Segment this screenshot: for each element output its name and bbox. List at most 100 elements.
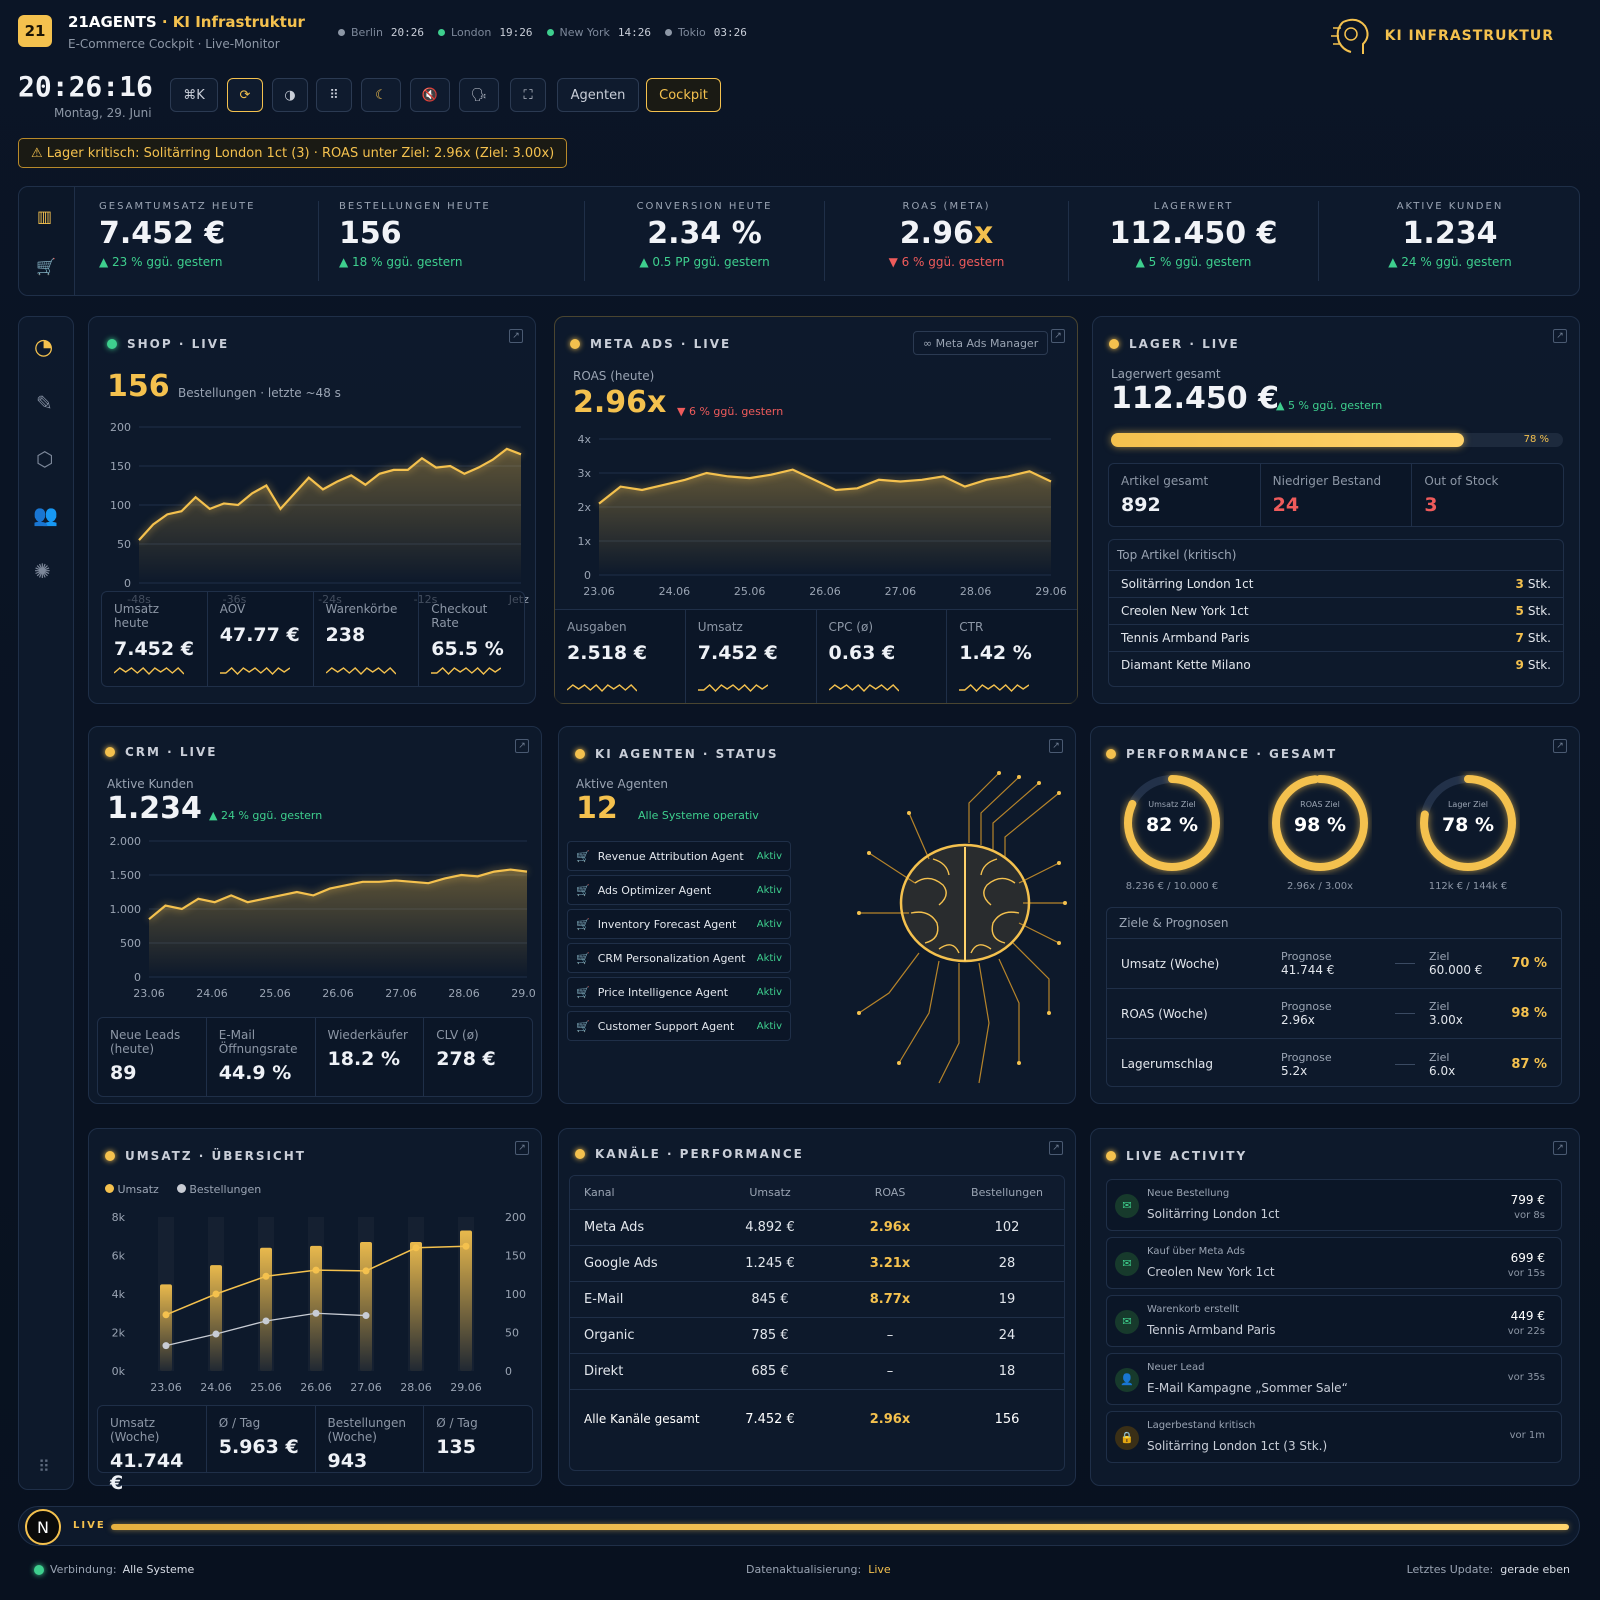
sparkline xyxy=(567,684,637,693)
kpi-card[interactable]: ROAS (META) 2.96x ▼ 6 % ggü. gestern xyxy=(825,201,1069,281)
clock-city: New York xyxy=(559,26,610,39)
agent-row[interactable]: 🛒 CRM Personalization Agent Aktiv xyxy=(567,943,791,973)
meta-ads-manager-button[interactable]: ∞ Meta Ads Manager xyxy=(913,331,1049,355)
table-cell-value: 685 € xyxy=(751,1364,789,1379)
top-article-row[interactable]: Solitärring London 1ct 3 Stk. xyxy=(1109,571,1563,598)
table-row[interactable]: E-Mail 845 € 8.77x 19 xyxy=(570,1282,1064,1318)
stat-cell: Ø / Tag 135 xyxy=(424,1406,532,1472)
pie-chart-icon[interactable]: ◔ xyxy=(34,335,53,360)
top-article-row[interactable]: Tennis Armband Paris 7 Stk. xyxy=(1109,625,1563,652)
mute-button[interactable]: 🔇 xyxy=(410,78,450,112)
goal-row[interactable]: ROAS (Woche) Prognose 2.96x Ziel 3.00x 98 % xyxy=(1107,989,1561,1039)
expand-icon[interactable]: ↗ xyxy=(509,329,523,343)
expand-icon[interactable]: ↗ xyxy=(1553,1141,1567,1155)
activity-item[interactable]: ✉ Warenkorb erstellt Tennis Armband Paris 4… xyxy=(1106,1295,1562,1347)
activity-title: Kauf über Meta Ads xyxy=(1147,1246,1245,1257)
expand-icon[interactable]: ↗ xyxy=(515,1141,529,1155)
activity-item[interactable]: 👤 Neuer Lead E-Mail Kampagne „Sommer Sale“… xyxy=(1106,1353,1562,1405)
users-icon[interactable]: 👥 xyxy=(33,503,58,527)
agent-row[interactable]: 🛒 Inventory Forecast Agent Aktiv xyxy=(567,909,791,939)
voice-button[interactable]: 🗣 xyxy=(459,78,499,112)
expand-icon[interactable]: ↗ xyxy=(1051,329,1065,343)
kpi-card[interactable]: CONVERSION HEUTE 2.34 % ▲ 0.5 PP ggü. gest… xyxy=(585,201,825,281)
expand-icon[interactable]: ↗ xyxy=(1553,739,1567,753)
perf-title-label: PERFORMANCE · GESAMT xyxy=(1126,747,1338,761)
top-article-row[interactable]: Diamant Kette Milano 9 Stk. xyxy=(1109,652,1563,678)
table-row[interactable]: Direkt 685 € – 18 xyxy=(570,1354,1064,1390)
table-row[interactable]: Meta Ads 4.892 € 2.96x 102 xyxy=(570,1210,1064,1246)
agents-button[interactable]: Agenten xyxy=(557,78,639,112)
activity-item[interactable]: ✉ Neue Bestellung Solitärring London 1ct 79… xyxy=(1106,1179,1562,1231)
x-tick-label: 26.06 xyxy=(809,585,841,598)
goal-row[interactable]: Lagerumschlag Prognose 5.2x Ziel 6.0x 87 % xyxy=(1107,1039,1561,1089)
agent-state: Aktiv xyxy=(756,952,782,964)
refresh-button[interactable]: ⟳ xyxy=(227,78,263,112)
y-tick-label: 1.000 xyxy=(110,903,142,916)
article-qty: 3 Stk. xyxy=(1516,577,1551,591)
agent-row[interactable]: 🛒 Price Intelligence Agent Aktiv xyxy=(567,977,791,1007)
grey-point xyxy=(162,1342,170,1350)
apps-grid-icon[interactable]: ⠿ xyxy=(38,1457,50,1476)
mail-icon: ✉ xyxy=(1115,1252,1139,1276)
meta-title-label: META ADS · LIVE xyxy=(590,337,732,351)
cockpit-button[interactable]: Cockpit xyxy=(646,78,721,112)
brain-icon[interactable]: ✺ xyxy=(34,559,51,583)
agent-row[interactable]: 🛒 Customer Support Agent Aktiv xyxy=(567,1011,791,1041)
kpi-card[interactable]: AKTIVE KUNDEN 1.234 ▲ 24 % ggü. gestern xyxy=(1319,201,1581,281)
kpi-delta: ▲ 0.5 PP ggü. gestern xyxy=(639,255,770,269)
goal-ring[interactable]: ROAS Ziel 98 % 2.96x / 3.00x xyxy=(1265,771,1375,892)
goal-forecast: Prognose 2.96x xyxy=(1281,1000,1381,1027)
expand-icon[interactable]: ↗ xyxy=(515,739,529,753)
table-row[interactable]: Google Ads 1.245 € 3.21x 28 xyxy=(570,1246,1064,1282)
clock-city: London xyxy=(451,26,492,39)
kpi-card[interactable]: BESTELLUNGEN HEUTE 156 ▲ 18 % ggü. gestern xyxy=(319,201,585,281)
activity-item[interactable]: 🔒 Lagerbestand kritisch Solitärring London… xyxy=(1106,1411,1562,1463)
agent-row[interactable]: 🛒 Revenue Attribution Agent Aktiv xyxy=(567,841,791,871)
stat-label: Bestellungen (Woche) xyxy=(327,1416,406,1444)
goal-target: Ziel 3.00x xyxy=(1429,1000,1509,1027)
activity-item[interactable]: ✉ Kauf über Meta Ads Creolen New York 1ct 6… xyxy=(1106,1237,1562,1289)
goal-ring[interactable]: Lager Ziel 78 % 112k € / 144k € xyxy=(1413,771,1523,892)
expand-icon[interactable]: ↗ xyxy=(1553,329,1567,343)
agent-row[interactable]: 🛒 Ads Optimizer Agent Aktiv xyxy=(567,875,791,905)
lager-stats: Artikel gesamt 892 Niedriger Bestand 24 Out … xyxy=(1108,463,1564,527)
activity-desc: Creolen New York 1ct xyxy=(1147,1265,1275,1279)
goal-ring[interactable]: Umsatz Ziel 82 % 8.236 € / 10.000 € xyxy=(1117,771,1227,892)
alert-banner[interactable]: ⚠ Lager kritisch: Solitärring London 1ct… xyxy=(18,138,568,168)
grid-button[interactable]: ⠿ xyxy=(316,78,352,112)
x-tick-label: 25.06 xyxy=(250,1381,282,1394)
command-button[interactable]: ⌘K xyxy=(170,78,218,112)
kpi-value-text: 7.452 € xyxy=(99,216,226,251)
expand-icon[interactable]: ↗ xyxy=(1049,739,1063,753)
y-right-tick: 50 xyxy=(505,1327,519,1340)
box-icon[interactable]: ⬡ xyxy=(36,447,53,471)
kpi-delta: ▲ 24 % ggü. gestern xyxy=(1388,255,1512,269)
brain-circuit-illustration xyxy=(857,771,1067,1084)
legend-umsatz-label: Umsatz xyxy=(117,1183,159,1196)
kpi-value: 2.96x xyxy=(825,216,1068,251)
ring-gauge: Umsatz Ziel 82 % xyxy=(1124,775,1220,871)
contrast-button[interactable]: ◑ xyxy=(272,78,308,112)
table-cell-name: Organic xyxy=(584,1328,635,1343)
revenue-bar xyxy=(460,1230,472,1371)
x-tick-label: 24.06 xyxy=(200,1381,232,1394)
pen-icon[interactable]: ✎ xyxy=(36,391,53,415)
umsatz-stats: Umsatz (Woche) 41.744 € Ø / Tag 5.963 € Best… xyxy=(97,1405,533,1494)
expand-icon[interactable]: ↗ xyxy=(1049,1141,1063,1155)
mute-icon: 🔇 xyxy=(421,87,439,103)
kpi-card[interactable]: GESAMTUMSATZ HEUTE 7.452 € ▲ 23 % ggü. ges… xyxy=(79,201,319,281)
agents-big-number: 12 xyxy=(576,791,618,826)
bar-chart-icon[interactable]: ▥ xyxy=(37,207,52,226)
crm-customers-chart: 2.000 1.500 1.000 500 0 23.06 24.06 25.06 26.06 2… xyxy=(110,835,536,1000)
kpi-card[interactable]: LAGERWERT 112.450 € ▲ 5 % ggü. gestern xyxy=(1069,201,1319,281)
cart-icon[interactable]: 🛒 xyxy=(36,257,56,276)
goal-row[interactable]: Umsatz (Woche) Prognose 41.744 € Ziel 60.000… xyxy=(1107,939,1561,989)
fullscreen-button[interactable]: ⛶ xyxy=(510,78,546,112)
night-mode-button[interactable]: ☾ xyxy=(361,78,401,112)
user-avatar[interactable]: N xyxy=(25,1509,61,1545)
logo-badge[interactable]: 21 xyxy=(18,15,52,47)
table-row[interactable]: Organic 785 € – 24 xyxy=(570,1318,1064,1354)
goal-target: Ziel 6.0x xyxy=(1429,1051,1509,1078)
lager-delta: ▲ 5 % ggü. gestern xyxy=(1276,399,1383,412)
top-article-row[interactable]: Creolen New York 1ct 5 Stk. xyxy=(1109,598,1563,625)
